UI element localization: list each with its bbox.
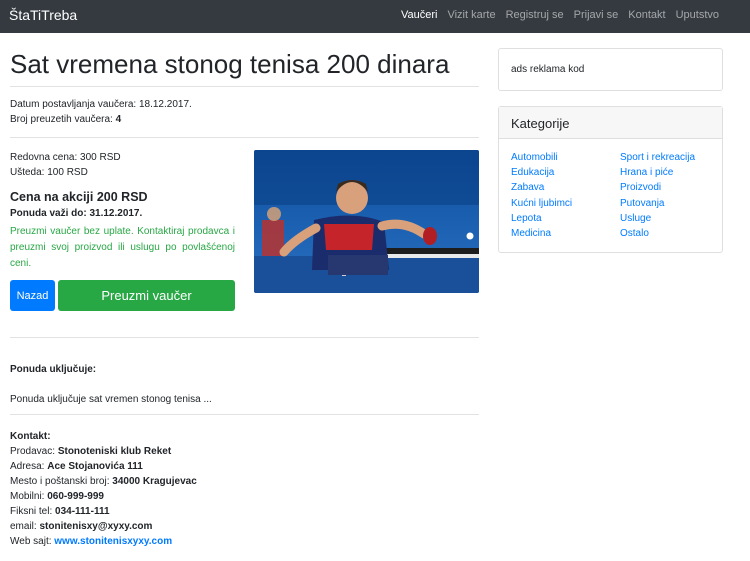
back-button[interactable]: Nazad — [10, 280, 55, 311]
website-line: Web sajt: www.stonitenisxyxy.com — [10, 534, 479, 549]
phone-value: 034-111-111 — [55, 506, 110, 517]
category-link-kucni-ljubimci[interactable]: Kućni ljubimci — [511, 196, 620, 211]
categories-list: Automobili Sport i rekreacija Edukacija … — [499, 139, 722, 241]
top-navbar: ŠtaTiTreba Vaučeri Vizit karte Registruj… — [0, 0, 750, 33]
price-column: Redovna cena: 300 RSD Ušteda: 100 RSD Ce… — [10, 150, 235, 311]
category-link-medicina[interactable]: Medicina — [511, 226, 620, 241]
mobile-value: 060-999-999 — [47, 491, 104, 502]
seller-value: Stonoteniski klub Reket — [57, 446, 172, 457]
includes-section: Ponuda uključuje: Ponuda uključuje sat v… — [10, 337, 479, 415]
website-link[interactable]: www.stonitenisxyxy.com — [54, 536, 172, 547]
email-label: email: — [10, 521, 37, 532]
category-link-hrana-i-pice[interactable]: Hrana i piće — [620, 165, 720, 180]
voucher-info-text: Preuzmi vaučer bez uplate. Kontaktiraj p… — [10, 226, 235, 269]
taken-count-label: Broj preuzetih vaučera: — [10, 114, 113, 125]
address-label: Adresa: — [10, 461, 45, 472]
take-voucher-button[interactable]: Preuzmi vaučer — [58, 280, 235, 311]
nav-menu: Vaučeri Vizit karte Registruj se Prijavi… — [401, 9, 719, 21]
address-line: Adresa: Ace Stojanovića 111 — [10, 459, 479, 474]
city-value: 34000 Kragujevac — [112, 476, 197, 487]
posted-date-line: Datum postavljanja vaučera: 18.12.2017. — [10, 97, 479, 112]
contact-heading: Kontakt: — [10, 431, 51, 442]
contact-section: Kontakt: Prodavac: Stonoteniski klub Rek… — [10, 419, 479, 549]
posted-date-value: 18.12.2017. — [138, 99, 192, 110]
website-label: Web sajt: — [10, 536, 52, 547]
table-tennis-player-image — [254, 150, 479, 293]
page-title: Sat vremena stonog tenisa 200 dinara — [10, 49, 450, 79]
phone-line: Fiksni tel: 034-111-111 — [10, 504, 479, 519]
voucher-photo — [254, 150, 479, 293]
category-link-sport-i-rekreacija[interactable]: Sport i rekreacija — [620, 150, 720, 165]
categories-title: Kategorije — [499, 107, 722, 139]
divider — [10, 414, 479, 415]
email-value: stonitenisxy@xyxy.com — [39, 521, 153, 532]
address-value: Ace Stojanovića 111 — [47, 461, 143, 472]
divider — [10, 337, 479, 338]
includes-text: Ponuda uključuje sat vremen stonog tenis… — [10, 394, 212, 405]
nav-item-vauceri[interactable]: Vaučeri — [401, 9, 437, 21]
nav-item-registruj-se[interactable]: Registruj se — [506, 9, 564, 21]
valid-until: Ponuda važi do: 31.12.2017. — [10, 208, 143, 219]
posted-date-label: Datum postavljanja vaučera: — [10, 99, 137, 110]
email-line: email: stonitenisxy@xyxy.com — [10, 519, 479, 534]
category-link-lepota[interactable]: Lepota — [511, 211, 620, 226]
phone-label: Fiksni tel: — [10, 506, 53, 517]
mobile-label: Mobilni: — [10, 491, 45, 502]
nav-item-kontakt[interactable]: Kontakt — [628, 9, 665, 21]
seller-line: Prodavac: Stonoteniski klub Reket — [10, 444, 479, 459]
category-link-automobili[interactable]: Automobili — [511, 150, 620, 165]
divider — [10, 86, 479, 87]
taken-count-value: 4 — [115, 114, 122, 125]
promo-price: Cena na akciji 200 RSD — [10, 190, 148, 204]
includes-heading: Ponuda uključuje: — [10, 364, 97, 375]
nav-item-prijavi-se[interactable]: Prijavi se — [574, 9, 619, 21]
regular-price: Redovna cena: 300 RSD — [10, 152, 121, 163]
category-link-proizvodi[interactable]: Proizvodi — [620, 180, 720, 195]
category-link-ostalo[interactable]: Ostalo — [620, 226, 720, 241]
categories-card: Kategorije Automobili Sport i rekreacija… — [498, 106, 723, 253]
category-link-putovanja[interactable]: Putovanja — [620, 196, 720, 211]
city-line: Mesto i poštanski broj: 34000 Kragujevac — [10, 474, 479, 489]
nav-item-vizit-karte[interactable]: Vizit karte — [447, 9, 495, 21]
ad-box: ads reklama kod — [498, 48, 723, 91]
category-link-zabava[interactable]: Zabava — [511, 180, 620, 195]
city-label: Mesto i poštanski broj: — [10, 476, 110, 487]
category-link-usluge[interactable]: Usluge — [620, 211, 720, 226]
savings: Ušteda: 100 RSD — [10, 167, 88, 178]
nav-item-uputstvo[interactable]: Uputstvo — [676, 9, 719, 21]
mobile-line: Mobilni: 060-999-999 — [10, 489, 479, 504]
voucher-header: Sat vremena stonog tenisa 200 dinara Dat… — [10, 33, 479, 138]
category-link-edukacija[interactable]: Edukacija — [511, 165, 620, 180]
divider — [10, 137, 479, 138]
seller-label: Prodavac: — [10, 446, 56, 457]
taken-count-line: Broj preuzetih vaučera: 4 — [10, 112, 479, 127]
brand-logo[interactable]: ŠtaTiTreba — [9, 7, 77, 23]
ad-text: ads reklama kod — [511, 64, 585, 75]
